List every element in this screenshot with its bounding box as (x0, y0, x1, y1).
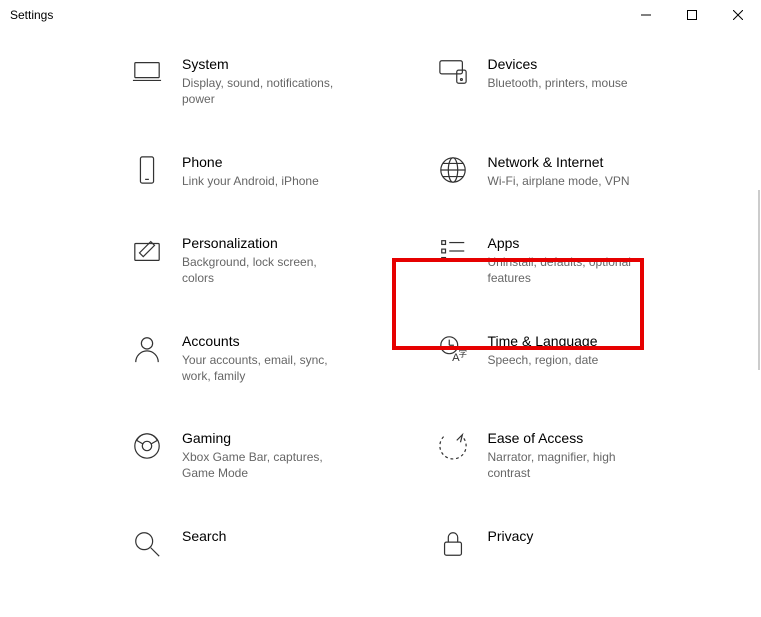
tile-title: Accounts (182, 332, 352, 350)
tile-desc: Bluetooth, printers, mouse (488, 75, 628, 91)
tile-desc: Your accounts, email, sync, work, family (182, 352, 352, 384)
window-title: Settings (10, 8, 53, 22)
tile-apps[interactable]: Apps Uninstall, defaults, optional featu… (436, 234, 722, 287)
tile-desc: Speech, region, date (488, 352, 599, 368)
gaming-icon (130, 429, 164, 463)
close-icon (733, 10, 743, 20)
globe-icon (436, 153, 470, 187)
tile-desc: Background, lock screen, colors (182, 254, 352, 286)
tile-time-language[interactable]: A字 Time & Language Speech, region, date (436, 332, 722, 385)
devices-icon (436, 55, 470, 89)
tile-title: System (182, 55, 352, 73)
tile-phone[interactable]: Phone Link your Android, iPhone (130, 153, 416, 189)
minimize-button[interactable] (623, 0, 669, 30)
brush-icon (130, 234, 164, 268)
tile-title: Gaming (182, 429, 352, 447)
lock-icon (436, 527, 470, 561)
tile-title: Ease of Access (488, 429, 658, 447)
phone-icon (130, 153, 164, 187)
tile-title: Time & Language (488, 332, 599, 350)
tile-devices[interactable]: Devices Bluetooth, printers, mouse (436, 55, 722, 108)
content-area: System Display, sound, notifications, po… (0, 55, 761, 617)
maximize-button[interactable] (669, 0, 715, 30)
clock-language-icon: A字 (436, 332, 470, 366)
settings-window: Settings System Display, sound, noti (0, 0, 761, 617)
close-button[interactable] (715, 0, 761, 30)
apps-icon (436, 234, 470, 268)
tile-accounts[interactable]: Accounts Your accounts, email, sync, wor… (130, 332, 416, 385)
window-controls (623, 0, 761, 30)
tile-gaming[interactable]: Gaming Xbox Game Bar, captures, Game Mod… (130, 429, 416, 482)
tile-search[interactable]: Search (130, 527, 416, 561)
tile-network[interactable]: Network & Internet Wi-Fi, airplane mode,… (436, 153, 722, 189)
tile-personalization[interactable]: Personalization Background, lock screen,… (130, 234, 416, 287)
category-grid: System Display, sound, notifications, po… (0, 55, 761, 561)
maximize-icon (687, 10, 697, 20)
tile-ease-of-access[interactable]: Ease of Access Narrator, magnifier, high… (436, 429, 722, 482)
svg-text:字: 字 (458, 348, 466, 358)
tile-title: Network & Internet (488, 153, 630, 171)
tile-desc: Uninstall, defaults, optional features (488, 254, 658, 286)
tile-desc: Display, sound, notifications, power (182, 75, 352, 107)
search-icon (130, 527, 164, 561)
tile-title: Personalization (182, 234, 352, 252)
person-icon (130, 332, 164, 366)
tile-desc: Xbox Game Bar, captures, Game Mode (182, 449, 352, 481)
tile-title: Privacy (488, 527, 534, 545)
minimize-icon (641, 10, 651, 20)
tile-privacy[interactable]: Privacy (436, 527, 722, 561)
accessibility-icon (436, 429, 470, 463)
tile-desc: Narrator, magnifier, high contrast (488, 449, 658, 481)
tile-desc: Wi-Fi, airplane mode, VPN (488, 173, 630, 189)
tile-title: Apps (488, 234, 658, 252)
tile-title: Search (182, 527, 226, 545)
tile-system[interactable]: System Display, sound, notifications, po… (130, 55, 416, 108)
titlebar: Settings (0, 0, 761, 30)
scrollbar[interactable] (758, 190, 760, 370)
tile-desc: Link your Android, iPhone (182, 173, 319, 189)
system-icon (130, 55, 164, 89)
tile-title: Devices (488, 55, 628, 73)
tile-title: Phone (182, 153, 319, 171)
